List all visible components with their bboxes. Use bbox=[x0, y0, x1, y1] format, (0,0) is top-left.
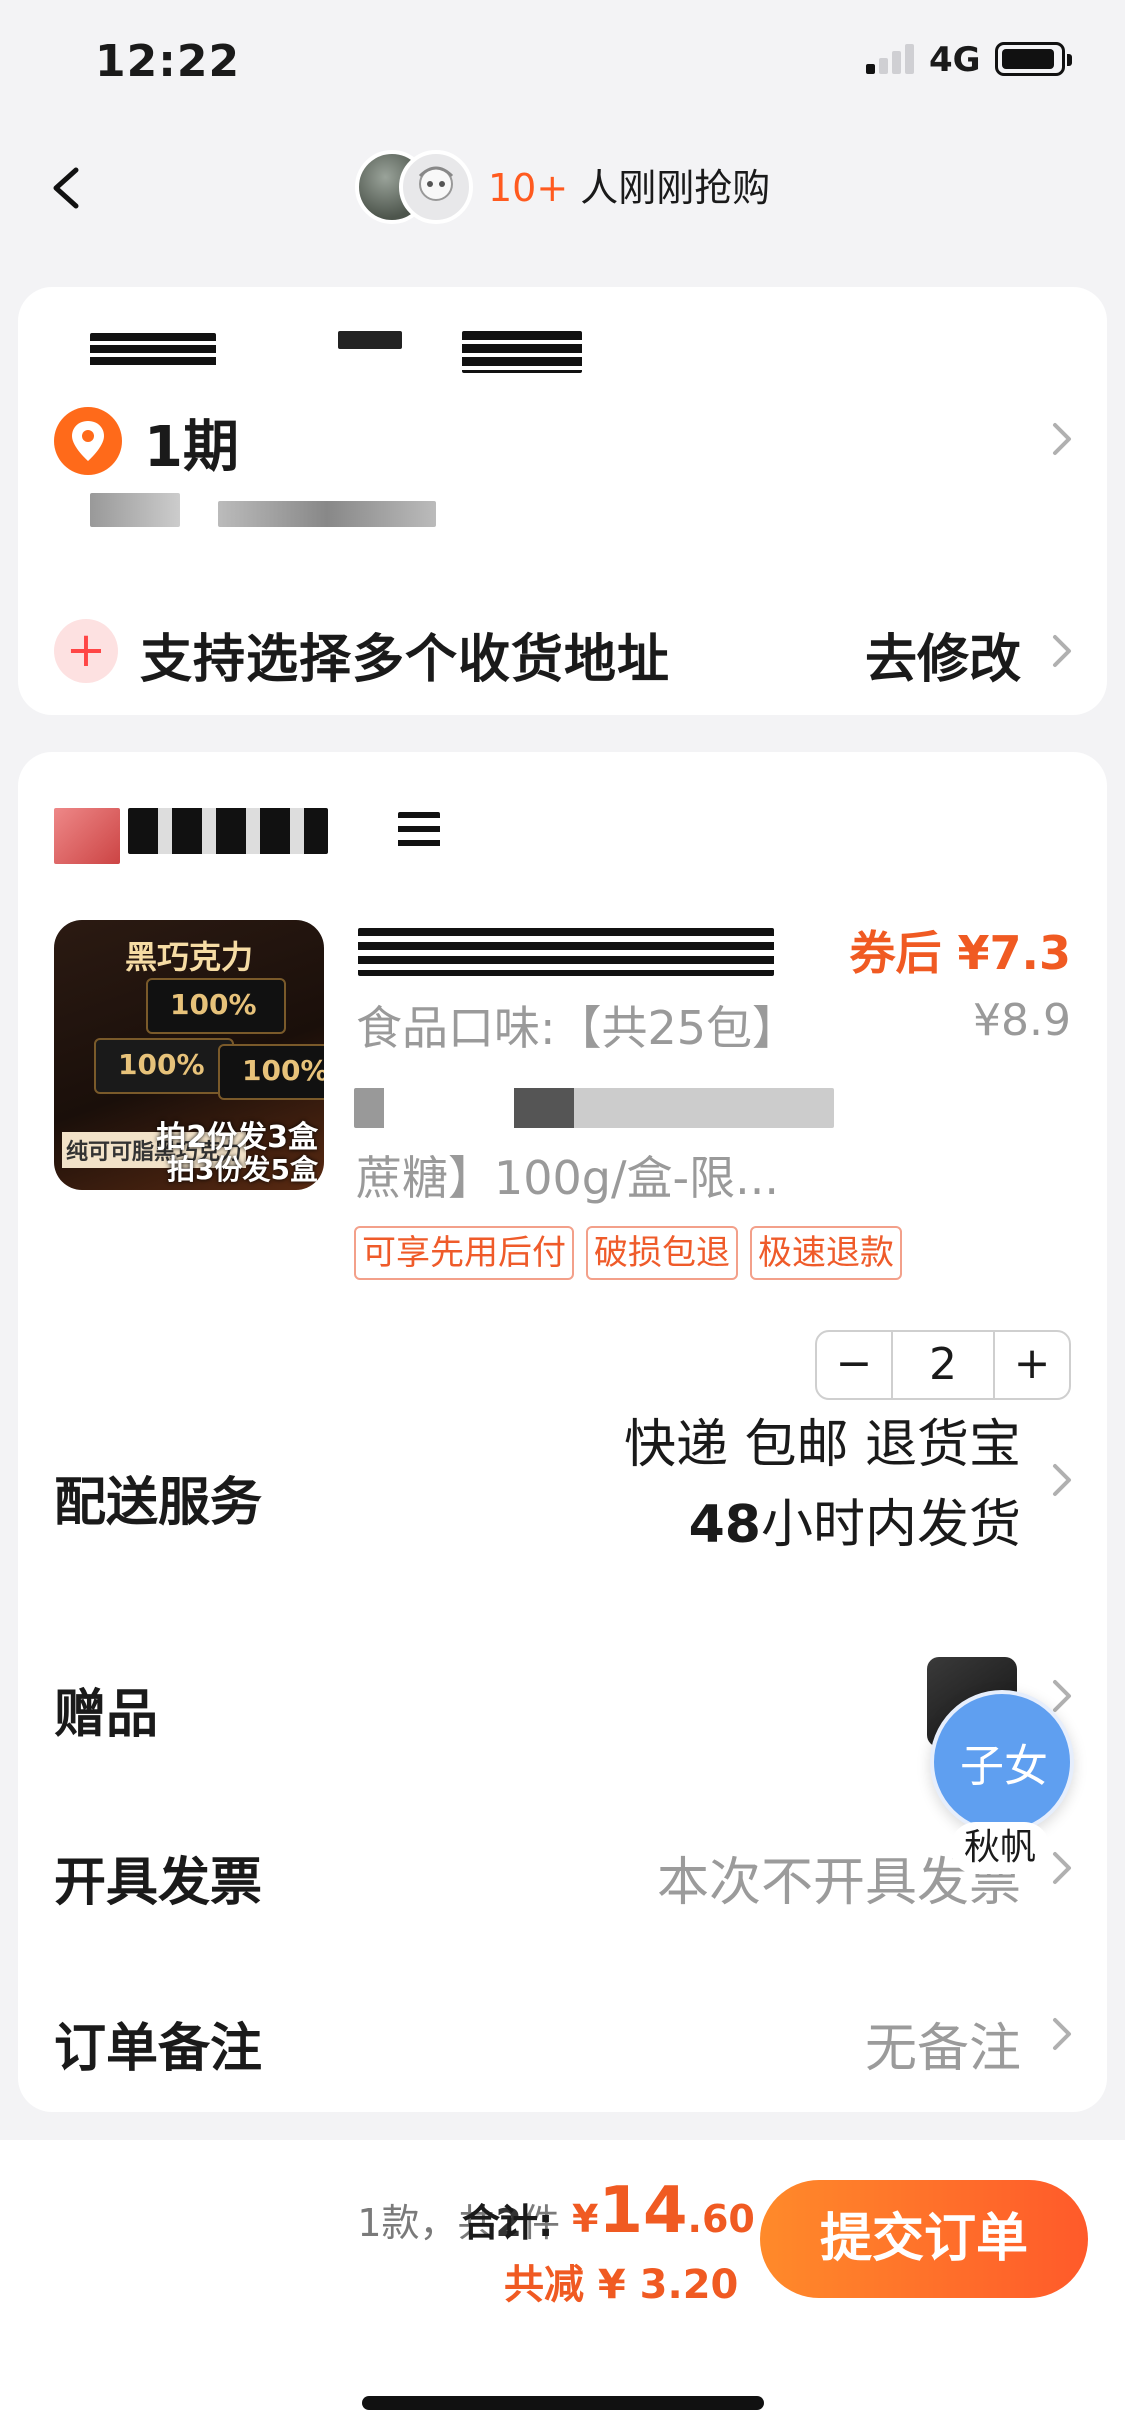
home-indicator[interactable] bbox=[362, 2396, 764, 2410]
redacted-text bbox=[128, 808, 328, 854]
service-tags: 可享先用后付 破损包退 极速退款 bbox=[354, 1226, 914, 1280]
quantity-value[interactable]: 2 bbox=[891, 1332, 995, 1398]
delivery-value[interactable]: 快递 包邮 退货宝 bbox=[624, 1402, 1021, 1477]
redacted-text bbox=[338, 331, 402, 349]
product-image[interactable]: 黑巧克力 100% 100% 100% 纯可可脂黑巧克力 拍2份发3盒 拍3份发… bbox=[54, 920, 324, 1190]
buyer-avatars bbox=[355, 150, 475, 230]
submit-order-button[interactable]: 提交订单 bbox=[760, 2180, 1088, 2298]
recent-buyers-text: 10+ 人刚刚抢购 bbox=[488, 166, 771, 210]
chevron-right-icon bbox=[1045, 1456, 1079, 1504]
floating-assistant-button[interactable]: 子女 bbox=[930, 1690, 1074, 1834]
decrease-button[interactable]: − bbox=[817, 1332, 891, 1398]
chevron-left-icon bbox=[53, 167, 79, 209]
invoice-label: 开具发票 bbox=[54, 1853, 263, 1913]
chevron-right-icon bbox=[1045, 627, 1079, 675]
product-spec[interactable]: 食品口味:【共25包】 bbox=[356, 992, 798, 1058]
address-card[interactable]: 1期 + 支持选择多个收货地址 去修改 bbox=[18, 287, 1107, 715]
add-address-icon[interactable]: + bbox=[54, 619, 118, 683]
gift-label: 赠品 bbox=[54, 1685, 159, 1745]
redacted-text bbox=[358, 928, 774, 976]
chevron-right-icon bbox=[1045, 2010, 1079, 2058]
order-card: 黑巧克力 100% 100% 100% 纯可可脂黑巧克力 拍2份发3盒 拍3份发… bbox=[18, 752, 1107, 2112]
avatar bbox=[399, 150, 473, 224]
modify-address-button[interactable]: 去修改 bbox=[865, 617, 1021, 692]
redacted-text bbox=[218, 501, 436, 527]
product-spec[interactable]: 蔗糖】100g/盒-限... bbox=[356, 1142, 779, 1208]
delivery-time[interactable]: 48小时内发货 bbox=[689, 1482, 1021, 1557]
signal-icon bbox=[866, 42, 916, 74]
redacted-text bbox=[354, 1088, 834, 1128]
tag-damage-refund: 破损包退 bbox=[586, 1226, 738, 1280]
chevron-right-icon bbox=[1045, 1844, 1079, 1892]
shop-icon bbox=[54, 808, 120, 864]
redacted-text bbox=[462, 331, 582, 373]
quantity-stepper[interactable]: − 2 + bbox=[815, 1330, 1071, 1400]
multi-address-label[interactable]: 支持选择多个收货地址 bbox=[140, 617, 670, 692]
chevron-right-icon bbox=[1045, 415, 1079, 463]
delivery-label: 配送服务 bbox=[54, 1473, 263, 1533]
saved-amount: 共减 ¥ 3.20 bbox=[504, 2262, 739, 2308]
nav-bar: 10+ 人刚刚抢购 bbox=[0, 130, 1125, 250]
status-time: 12:22 bbox=[95, 36, 241, 87]
redacted-text bbox=[90, 493, 180, 527]
network-type: 4G bbox=[929, 40, 981, 80]
tag-fast-refund: 极速退款 bbox=[750, 1226, 902, 1280]
battery-icon bbox=[995, 42, 1072, 76]
location-pin-icon bbox=[54, 407, 122, 475]
tag-pay-later: 可享先用后付 bbox=[354, 1226, 574, 1280]
increase-button[interactable]: + bbox=[995, 1332, 1069, 1398]
floating-assistant-name[interactable]: 秋帆 bbox=[950, 1822, 1050, 1874]
redacted-text bbox=[90, 333, 216, 369]
original-price: ¥8.9 bbox=[973, 995, 1071, 1046]
remark-label: 订单备注 bbox=[54, 2019, 263, 2079]
redacted-text bbox=[398, 812, 440, 852]
total-amount: ¥14.60 bbox=[572, 2174, 755, 2248]
back-button[interactable] bbox=[42, 158, 102, 218]
remark-value[interactable]: 无备注 bbox=[865, 2006, 1021, 2081]
address-title: 1期 bbox=[144, 415, 239, 480]
coupon-price: 券后 ¥7.3 bbox=[849, 926, 1071, 980]
status-bar: 12:22 4G bbox=[0, 0, 1125, 130]
total-label: 合计: bbox=[462, 2201, 554, 2245]
checkout-bar: 1款，共2件 合计: ¥14.60 共减 ¥ 3.20 提交订单 bbox=[0, 2140, 1125, 2436]
